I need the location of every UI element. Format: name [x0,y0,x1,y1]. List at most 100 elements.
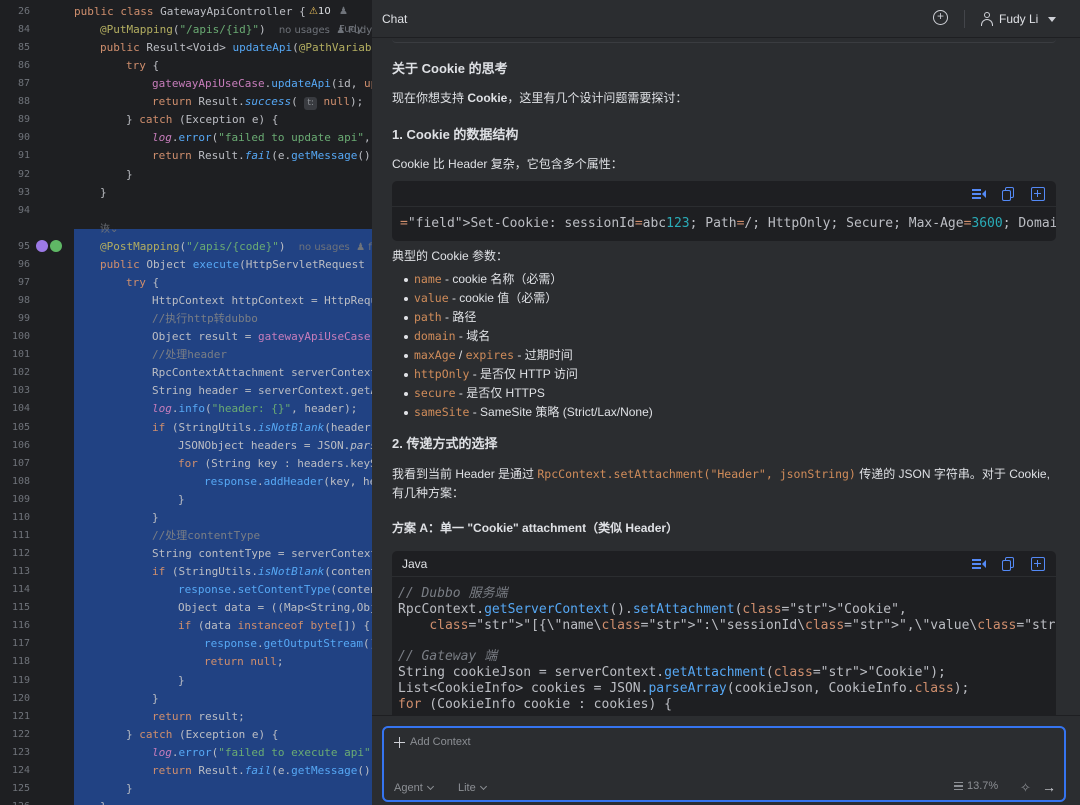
code-line-class[interactable]: 26 public class GatewayApiController { ⚠… [0,3,372,35]
code-line[interactable]: 99 //执行http转dubbo [0,310,372,328]
code-line[interactable]: 91 return Result.fail(e.getMessage()) [0,147,372,165]
code-line[interactable]: 98 HttpContext httpContext = HttpRequ [0,292,372,310]
insert-code-icon[interactable] [1031,557,1045,571]
code-editor[interactable]: 26 public class GatewayApiController { ⚠… [0,0,372,805]
code-line[interactable]: 126} [0,798,372,805]
code-line[interactable]: 86 try { [0,57,372,75]
line-number: 108 [11,475,30,487]
params-title: 典型的 Cookie 参数： [392,249,509,263]
agent-mode-dropdown[interactable]: Agent [394,782,434,794]
code-line[interactable]: 92} [0,166,372,184]
insert-list-icon[interactable] [972,557,986,571]
line-number: 91 [17,150,30,162]
code-block-java[interactable]: Java // Dubbo 服务端 RpcContext.getServerCo… [392,551,1056,715]
heading-transport: 2. 传递方式的选择 [392,436,498,451]
code-line[interactable]: 107 for (String key : headers.keyS [0,455,372,473]
list-item: maxAge / expires - 过期时间 [404,346,653,365]
add-context-button[interactable]: Add Context [394,736,471,748]
model-dropdown[interactable]: Lite [458,782,487,794]
code-language: Java [402,557,428,571]
mapping-gutter-icon[interactable] [50,239,62,252]
user-menu[interactable]: Fudy Li [980,10,1057,28]
code-line[interactable]: 125} [0,780,372,798]
code-line[interactable]: 87 gatewayApiUseCase.updateApi(id, up [0,75,372,93]
code-text: } catch (Exception e) { [126,727,279,741]
code-line[interactable]: 106 JSONObject headers = JSON.pars [0,437,372,455]
code-line[interactable]: 111 //处理contentType [0,527,372,545]
code-line[interactable]: 93} [0,184,372,202]
line-number: 26 [17,6,30,17]
code-line[interactable]: 124 return Result.fail(e.getMessage()) [0,762,372,780]
insert-code-icon[interactable] [1031,187,1045,201]
send-arrow-icon[interactable]: → [1042,779,1056,795]
code-text: } [152,691,159,705]
code-line[interactable]: 100 Object result = gatewayApiUseCase. [0,328,372,346]
code-text: return null; [204,655,284,669]
code-line[interactable]: 88 return Result.success( t: null); [0,93,372,111]
code-line[interactable]: 109} [0,491,372,509]
list-item: secure - 是否仅 HTTPS [404,384,653,403]
code-line[interactable]: 122} catch (Exception e) { [0,726,372,744]
code-line[interactable]: 101 //处理header [0,346,372,364]
code-line[interactable]: 114 response.setContentType(conten [0,581,372,599]
code-line[interactable]: 119} [0,672,372,690]
code-line[interactable]: 113 if (StringUtils.isNotBlank(content [0,563,372,581]
code-line[interactable]: 108 response.addHeader(key, he [0,473,372,491]
warning-indicator[interactable]: ⚠10 [309,3,331,21]
code-line[interactable]: 110} [0,509,372,527]
code-line[interactable]: 103 String header = serverContext.getA [0,382,372,400]
user-name: Fudy Li [999,12,1039,26]
chat-messages[interactable]: 关于 Cookie 的思考 现在你想支持 Cookie，这里有几个设计问题需要探… [372,39,1080,715]
code-line[interactable]: 诙⌄ [0,220,372,238]
code-line[interactable]: 112 String contentType = serverContext [0,545,372,563]
code-line[interactable]: 95 @PostMapping("/apis/{code}") no usages… [0,238,372,256]
chat-input[interactable]: Add Context Agent Lite 13.7% ✧ → [382,726,1066,802]
code-line[interactable]: 84 @PutMapping("/apis/{id}") no usages ♟ … [0,21,372,39]
code-block-set-cookie[interactable]: ="field">Set-Cookie: sessionId=abc123; P… [392,181,1056,241]
code-line[interactable]: 102 RpcContextAttachment serverContext [0,364,372,382]
cookie-params-list: name - cookie 名称（必需） value - cookie 值（必需）… [404,270,653,422]
list-item: domain - 域名 [404,327,653,346]
copy-icon[interactable] [1002,187,1016,201]
code-text: JSONObject headers = JSON.pars [178,438,372,452]
code-block-toolbar: Java [392,551,1056,577]
bean-gutter-icon[interactable] [36,239,48,252]
code-line[interactable]: 97 try { [0,274,372,292]
code-line[interactable]: 105 if (StringUtils.isNotBlank(header) [0,419,372,437]
code-line[interactable]: 121 return result; [0,708,372,726]
code-text: response.addHeader(key, he [204,474,372,488]
new-chat-plus-icon[interactable]: + [933,10,948,25]
code-line[interactable]: 96 public Object execute(HttpServletReque… [0,256,372,274]
insert-list-icon[interactable] [972,187,986,201]
code-line[interactable]: 94 [0,202,372,220]
warning-icon: ⚠ [309,6,318,17]
code-line[interactable]: 115 Object data = ((Map<String,Obj [0,599,372,617]
line-number: 109 [11,493,30,505]
code-text: } [178,673,185,687]
line-number: 117 [11,638,30,650]
code-text: if (data instanceof byte[]) { [178,619,371,633]
line-number: 123 [11,746,30,758]
code-line[interactable]: 104 log.info("header: {}", header); [0,400,372,418]
code-line[interactable]: 118 return null; [0,653,372,671]
code-text: try { [126,59,160,73]
line-number: 87 [17,78,30,90]
list-item: path - 路径 [404,308,653,327]
code-text: } [126,781,133,795]
code-text: if (StringUtils.isNotBlank(header) [152,420,372,434]
code-line[interactable]: 85 public Result<Void> updateApi(@PathVar… [0,39,372,57]
code-line[interactable]: 123 log.error("failed to execute api", [0,744,372,762]
line-number: 101 [11,349,30,361]
line-number: 105 [11,421,30,433]
line-number: 111 [11,529,30,541]
code-line[interactable]: 117 response.getOutputStream() [0,635,372,653]
code-line[interactable]: 116 if (data instanceof byte[]) { [0,617,372,635]
copy-icon[interactable] [1002,557,1016,571]
code-line[interactable]: 90 log.error("failed to update api", e [0,129,372,147]
code-text: } [100,798,107,805]
sparkle-icon[interactable]: ✧ [1020,780,1031,796]
line-number: 107 [11,457,30,469]
code-line[interactable]: 89} catch (Exception e) { [0,111,372,129]
code-line[interactable]: 120} [0,690,372,708]
chat-title[interactable]: Chat [382,12,407,26]
